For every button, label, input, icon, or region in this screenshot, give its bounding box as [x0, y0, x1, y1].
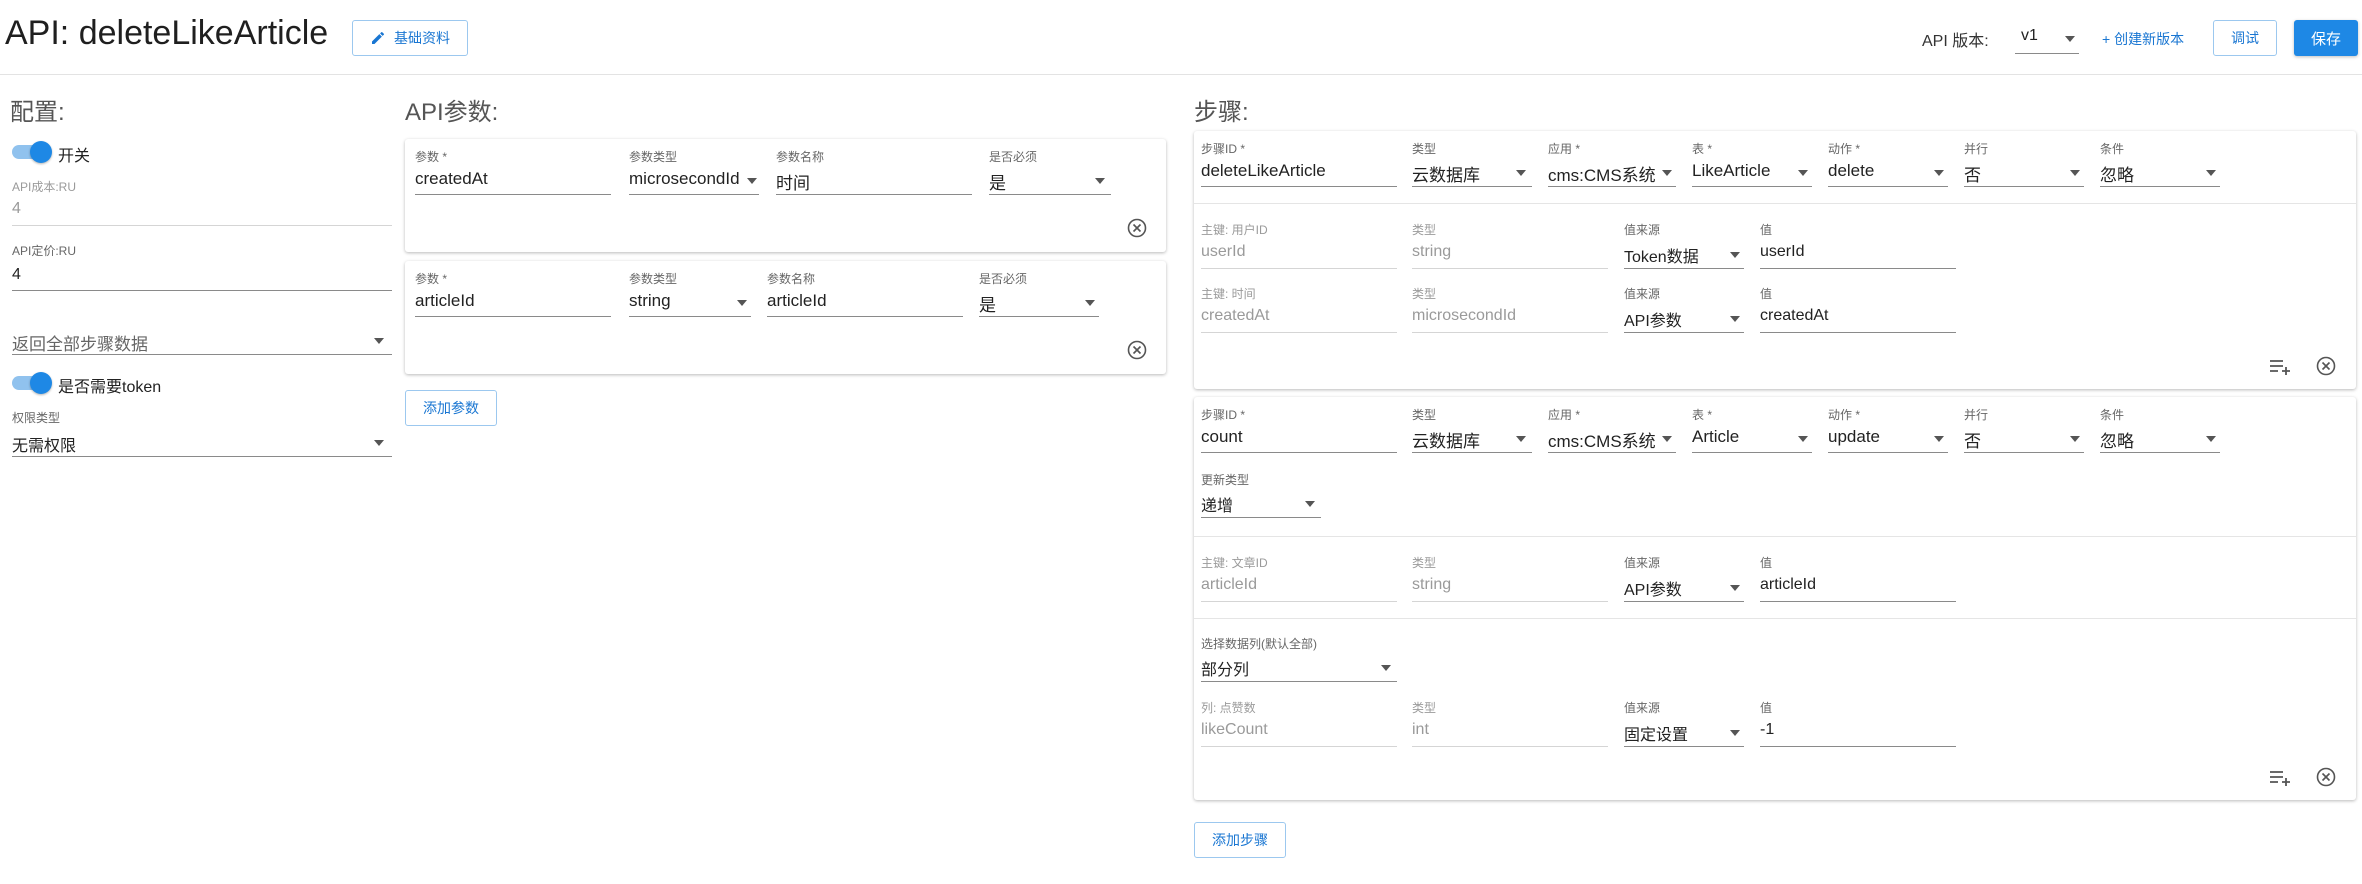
step-condition-select[interactable]: 忽略	[2100, 421, 2220, 453]
close-circle-icon[interactable]	[2315, 766, 2337, 788]
value-source-select[interactable]: 固定设置	[1624, 715, 1744, 747]
chevron-down-icon	[1730, 252, 1740, 258]
create-version-link[interactable]: + 创建新版本	[2102, 29, 2184, 49]
param-name-input[interactable]: articleId	[415, 285, 611, 317]
cost-value: 4	[12, 200, 21, 217]
step-card: 步骤ID * deleteLikeArticle 类型 云数据库 应用 * cm…	[1194, 131, 2356, 389]
param-type-select[interactable]: string	[629, 285, 751, 317]
step-action-select[interactable]: update	[1828, 421, 1948, 453]
step-action-select[interactable]: delete	[1828, 155, 1948, 187]
step-type-select[interactable]: 云数据库	[1412, 421, 1532, 453]
price-value: 4	[12, 266, 21, 283]
switch-toggle[interactable]	[12, 141, 52, 163]
config-title: 配置:	[10, 99, 65, 126]
chevron-down-icon	[1095, 178, 1105, 184]
step-parallel-select[interactable]: 否	[1964, 155, 2084, 187]
chevron-down-icon	[1516, 436, 1526, 442]
step-card: 步骤ID * count 类型 云数据库 应用 * cms:CMS系统 表 * …	[1194, 397, 2356, 800]
steps-title: 步骤:	[1194, 99, 1249, 126]
param-card: 参数 * articleId 参数类型 string 参数名称 articleI…	[405, 261, 1166, 374]
add-step-button[interactable]: 添加步骤	[1194, 822, 1286, 858]
select-columns-select[interactable]: 部分列	[1201, 650, 1397, 682]
update-type-select[interactable]: 递增	[1201, 486, 1321, 518]
chevron-down-icon	[1516, 170, 1526, 176]
price-label: API定价:RU	[12, 244, 77, 258]
playlist-add-icon[interactable]	[2268, 356, 2292, 378]
step-table-select[interactable]: LikeArticle	[1692, 155, 1812, 187]
chevron-down-icon	[374, 338, 384, 344]
chevron-down-icon	[2070, 436, 2080, 442]
step-id-input[interactable]: deleteLikeArticle	[1201, 155, 1397, 187]
chevron-down-icon	[1934, 436, 1944, 442]
chevron-down-icon	[1662, 170, 1672, 176]
param-label-input[interactable]: 时间	[776, 163, 972, 195]
playlist-add-icon[interactable]	[2268, 767, 2292, 789]
chevron-down-icon	[2206, 170, 2216, 176]
chevron-down-icon	[1662, 436, 1672, 442]
value-source-select[interactable]: Token数据	[1624, 237, 1744, 269]
value-input[interactable]: articleId	[1760, 570, 1956, 602]
pencil-icon	[370, 30, 386, 46]
param-name-input[interactable]: createdAt	[415, 163, 611, 195]
value-source-select[interactable]: API参数	[1624, 301, 1744, 333]
chevron-down-icon	[1730, 730, 1740, 736]
chevron-down-icon	[374, 440, 384, 446]
step-parallel-select[interactable]: 否	[1964, 421, 2084, 453]
param-label-input[interactable]: articleId	[767, 285, 963, 317]
chevron-down-icon	[737, 300, 747, 306]
version-select[interactable]: v1	[2015, 20, 2079, 54]
param-card: 参数 * createdAt 参数类型 microsecondId 参数名称 时…	[405, 139, 1166, 252]
value-input[interactable]: -1	[1760, 715, 1956, 747]
return-data-value: 返回全部步骤数据	[12, 335, 148, 354]
save-button[interactable]: 保存	[2294, 20, 2358, 56]
close-circle-icon[interactable]	[2315, 355, 2337, 377]
perm-value: 无需权限	[12, 438, 77, 455]
return-data-select[interactable]: 返回全部步骤数据	[12, 326, 392, 356]
header-divider	[0, 74, 2362, 75]
step-app-select[interactable]: cms:CMS系统	[1548, 421, 1676, 453]
close-circle-icon[interactable]	[1126, 339, 1148, 361]
value-input[interactable]: userId	[1760, 237, 1956, 269]
chevron-down-icon	[1730, 316, 1740, 322]
basic-info-button[interactable]: 基础资料	[352, 20, 468, 56]
chevron-down-icon	[1730, 585, 1740, 591]
add-param-button[interactable]: 添加参数	[405, 390, 497, 426]
perm-label: 权限类型	[12, 411, 61, 425]
chevron-down-icon	[1934, 170, 1944, 176]
token-toggle[interactable]	[12, 372, 52, 394]
value-source-select[interactable]: API参数	[1624, 570, 1744, 602]
chevron-down-icon	[1798, 170, 1808, 176]
step-app-select[interactable]: cms:CMS系统	[1548, 155, 1676, 187]
chevron-down-icon	[2070, 170, 2080, 176]
page-title: API: deleteLikeArticle	[5, 14, 329, 52]
version-value: v1	[2021, 27, 2038, 44]
switch-label: 开关	[58, 148, 91, 165]
params-title: API参数:	[405, 99, 499, 126]
chevron-down-icon	[747, 178, 757, 184]
chevron-down-icon	[1085, 300, 1095, 306]
param-required-select[interactable]: 是	[979, 285, 1099, 317]
debug-button[interactable]: 调试	[2213, 20, 2277, 56]
perm-select[interactable]: 无需权限	[12, 428, 392, 458]
version-label: API 版本:	[1922, 33, 1989, 50]
token-label: 是否需要token	[58, 379, 162, 396]
close-circle-icon[interactable]	[1126, 217, 1148, 239]
step-type-select[interactable]: 云数据库	[1412, 155, 1532, 187]
chevron-down-icon	[2065, 36, 2075, 42]
step-condition-select[interactable]: 忽略	[2100, 155, 2220, 187]
price-input[interactable]: 4	[12, 262, 392, 292]
step-id-input[interactable]: count	[1201, 421, 1397, 453]
step-table-select[interactable]: Article	[1692, 421, 1812, 453]
chevron-down-icon	[1381, 665, 1391, 671]
chevron-down-icon	[1798, 436, 1808, 442]
param-required-select[interactable]: 是	[989, 163, 1111, 195]
cost-label: API成本:RU	[12, 180, 77, 194]
basic-info-label: 基础资料	[394, 30, 450, 46]
chevron-down-icon	[2206, 436, 2216, 442]
value-input[interactable]: createdAt	[1760, 301, 1956, 333]
chevron-down-icon	[1305, 501, 1315, 507]
param-type-select[interactable]: microsecondId	[629, 163, 759, 195]
